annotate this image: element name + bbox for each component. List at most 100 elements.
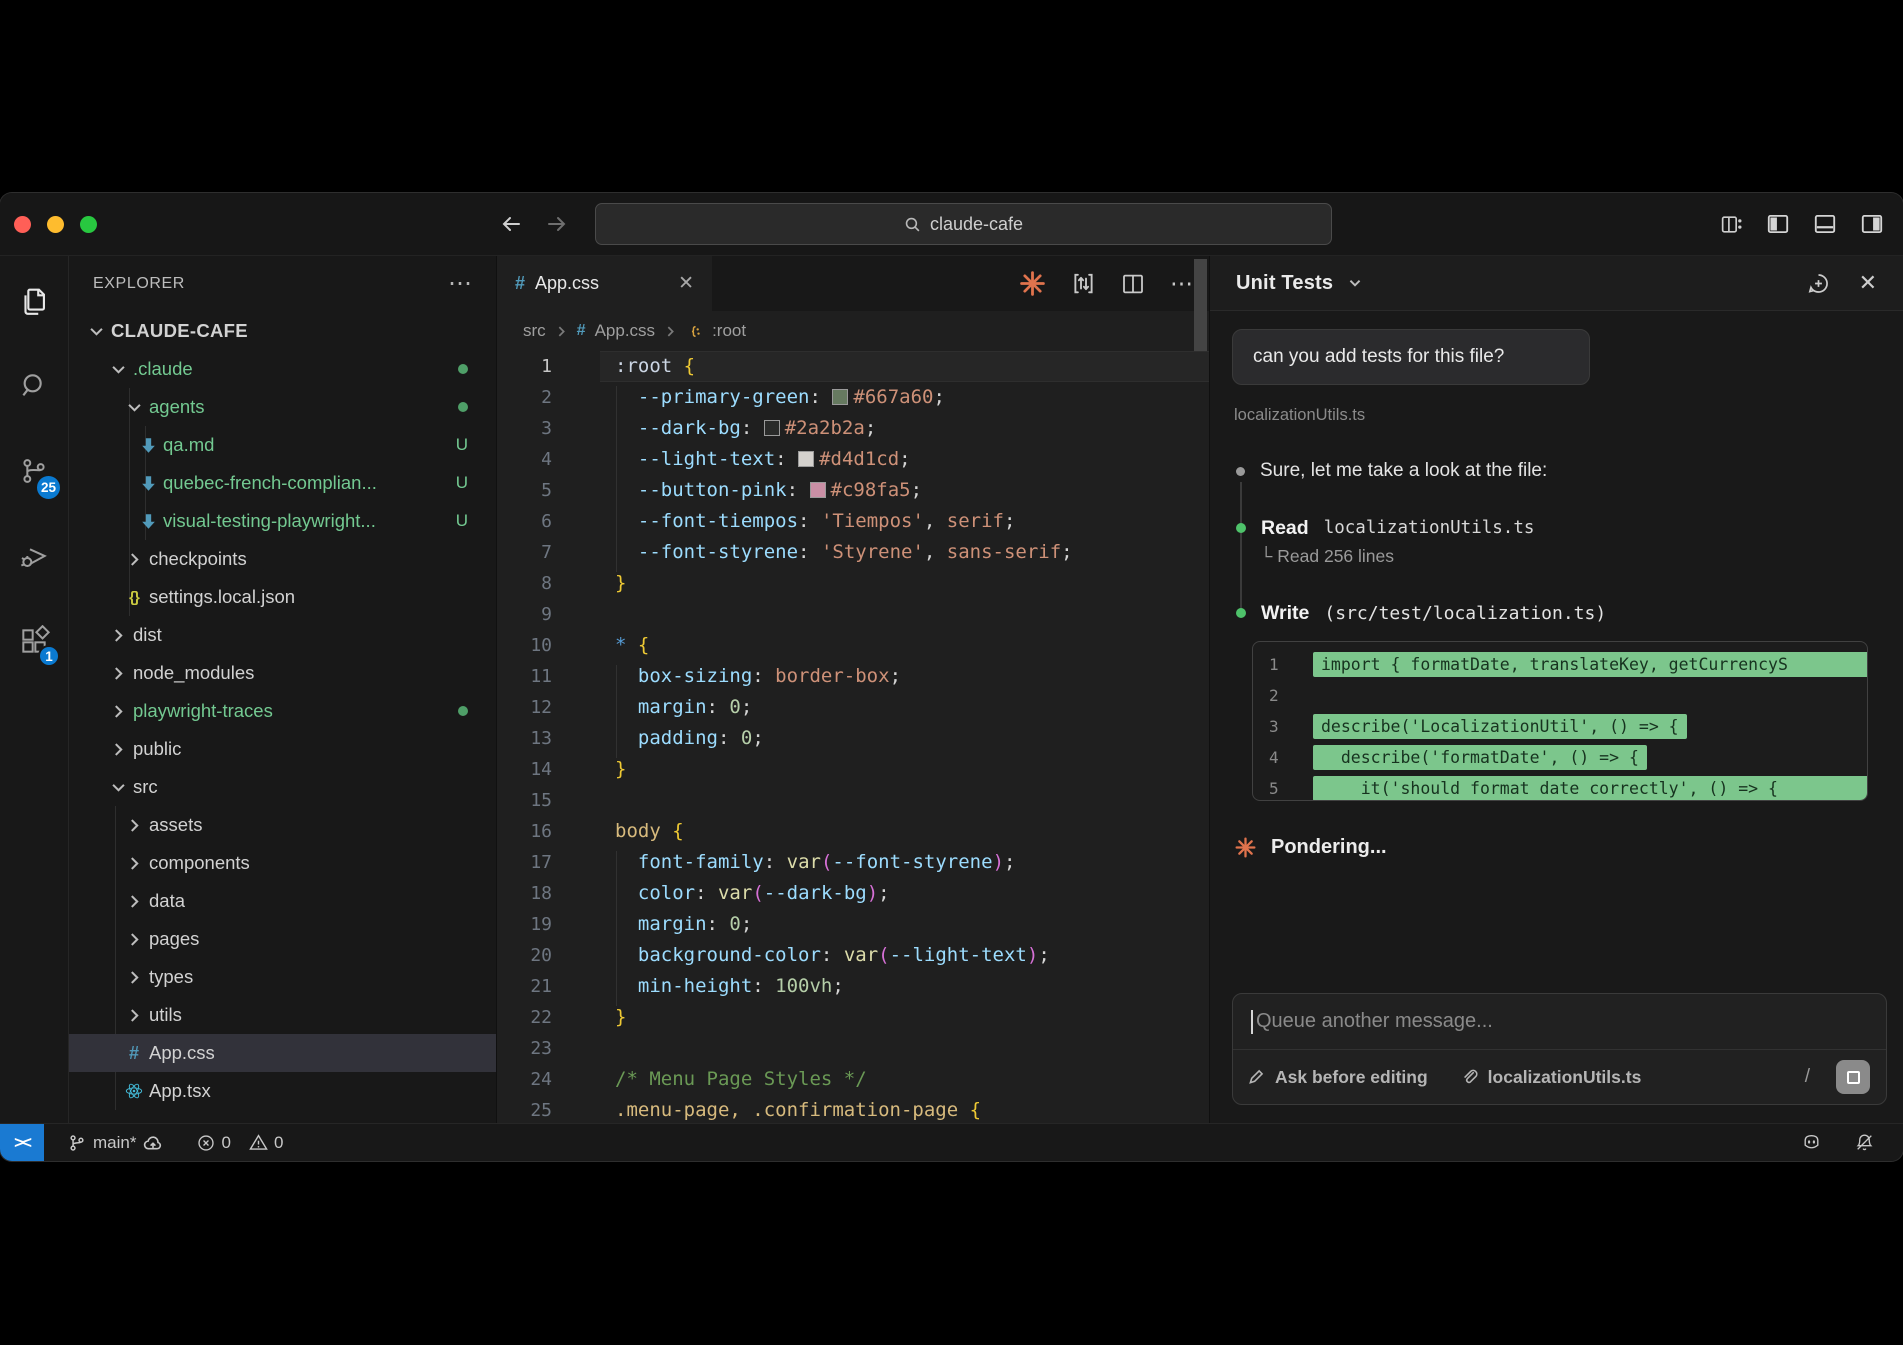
tree-item--claude[interactable]: .claude [69, 350, 496, 388]
remote-indicator[interactable]: >< [0, 1124, 44, 1161]
chevron-right-icon [105, 740, 131, 759]
breadcrumb-symbol[interactable]: :root [712, 321, 746, 341]
diff-code-block[interactable]: 1import { formatDate, translateKey, getC… [1252, 641, 1868, 801]
tree-item-quebec-french-complian-[interactable]: quebec-french-complian...U [69, 464, 496, 502]
tree-item-claude-cafe[interactable]: CLAUDE-CAFE [69, 312, 496, 350]
code-text [577, 785, 615, 816]
screen-background: claude-cafe [0, 0, 1903, 1345]
git-modified-dot [458, 364, 468, 374]
explorer-title: EXPLORER [93, 275, 185, 293]
tree-item-checkpoints[interactable]: checkpoints [69, 540, 496, 578]
toggle-secondary-sidebar-icon[interactable] [1859, 211, 1885, 237]
maximize-window-button[interactable] [80, 216, 97, 233]
tree-item-public[interactable]: public [69, 730, 496, 768]
breadcrumbs[interactable]: src # App.css :root [497, 311, 1209, 351]
stop-button[interactable] [1836, 1060, 1870, 1094]
tree-item-playwright-traces[interactable]: playwright-traces [69, 692, 496, 730]
sidebar-item-run-debug[interactable] [0, 513, 68, 598]
tree-item-components[interactable]: components [69, 844, 496, 882]
close-window-button[interactable] [14, 216, 31, 233]
notifications-muted-icon[interactable] [1854, 1132, 1875, 1153]
code-line: 9 [497, 599, 1209, 630]
branch-status[interactable]: main* [68, 1133, 163, 1153]
breadcrumb-file[interactable]: App.css [595, 321, 655, 341]
code-text: .menu-page, .confirmation-page { [577, 1095, 981, 1123]
toggle-primary-sidebar-icon[interactable] [1765, 211, 1791, 237]
status-row: Pondering... [1234, 836, 1387, 859]
tree-item-qa-md[interactable]: qa.mdU [69, 426, 496, 464]
write-tool-row[interactable]: Write (src/test/localization.ts) [1232, 598, 1606, 628]
tree-item-settings-local-json[interactable]: {}settings.local.json [69, 578, 496, 616]
diff-added-text: import { formatDate, translateKey, getCu… [1313, 652, 1868, 677]
tree-item-types[interactable]: types [69, 958, 496, 996]
chevron-down-icon[interactable] [1347, 275, 1363, 291]
sidebar-item-explorer[interactable] [0, 258, 68, 343]
tree-item-node-modules[interactable]: node_modules [69, 654, 496, 692]
git-modified-dot [458, 402, 468, 412]
search-value: claude-cafe [930, 214, 1023, 235]
editor-scrollbar[interactable] [1194, 259, 1207, 351]
tree-item-visual-testing-playwright-[interactable]: visual-testing-playwright...U [69, 502, 496, 540]
split-editor-icon[interactable] [1121, 272, 1145, 296]
diff-line-number: 3 [1253, 717, 1297, 736]
code-line: 25.menu-page, .confirmation-page { [497, 1095, 1209, 1123]
tree-item-utils[interactable]: utils [69, 996, 496, 1034]
minimize-window-button[interactable] [47, 216, 64, 233]
css-file-icon: # [577, 322, 586, 340]
command-center-search[interactable]: claude-cafe [595, 203, 1332, 245]
warnings-icon [249, 1133, 268, 1152]
code-line: 13 padding: 0; [497, 723, 1209, 754]
sidebar-item-source-control[interactable]: 25 [0, 428, 68, 513]
css-file-icon: # [515, 273, 525, 294]
breadcrumb-src[interactable]: src [523, 321, 546, 341]
explorer-more-actions-icon[interactable]: ⋯ [448, 279, 472, 289]
close-panel-icon[interactable]: ✕ [1859, 270, 1877, 296]
tab-app-css[interactable]: # App.css ✕ [497, 256, 712, 311]
tree-item-pages[interactable]: pages [69, 920, 496, 958]
line-number: 5 [497, 475, 577, 506]
assistant-intro-text: Sure, let me take a look at the file: [1260, 460, 1547, 482]
editor-more-actions-icon[interactable]: ⋯ [1170, 270, 1193, 297]
color-swatch [810, 482, 826, 498]
claude-code-icon[interactable] [1019, 270, 1046, 297]
copilot-icon[interactable] [1801, 1132, 1822, 1153]
color-swatch [764, 420, 780, 436]
attached-file-label[interactable]: localizationUtils.ts [1488, 1067, 1642, 1088]
code-text: --light-text: #d4d1cd; [577, 444, 911, 475]
customize-layout-icon[interactable] [1719, 212, 1744, 237]
tree-item-agents[interactable]: agents [69, 388, 496, 426]
tree-item-app-css[interactable]: #App.css [69, 1034, 496, 1072]
css-file-icon: # [129, 1043, 139, 1064]
sidebar-item-extensions[interactable]: 1 [0, 598, 68, 683]
forward-arrow-icon[interactable] [544, 211, 570, 237]
new-chat-icon[interactable] [1806, 271, 1831, 296]
permission-mode-label[interactable]: Ask before editing [1275, 1067, 1428, 1088]
tree-item-label: visual-testing-playwright... [163, 510, 376, 532]
tree-item-app-tsx[interactable]: App.tsx [69, 1072, 496, 1110]
tree-item-label: components [149, 852, 250, 874]
close-tab-icon[interactable]: ✕ [678, 272, 694, 295]
tree-item-data[interactable]: data [69, 882, 496, 920]
tree-item-dist[interactable]: dist [69, 616, 496, 654]
json-file-icon: {} [121, 589, 147, 606]
tool-bullet-icon [1236, 523, 1246, 533]
diff-line: 3describe('LocalizationUtil', () => { [1253, 711, 1867, 742]
message-input[interactable]: Queue another message... [1233, 994, 1886, 1050]
chat-input-box[interactable]: Queue another message... Ask before edit… [1232, 993, 1887, 1105]
chevron-right-icon [121, 968, 147, 987]
code-line: 17 font-family: var(--font-styrene); [497, 847, 1209, 878]
problems-status[interactable]: 0 0 [197, 1133, 283, 1153]
tree-item-assets[interactable]: assets [69, 806, 496, 844]
code-text: --button-pink: #c98fa5; [577, 475, 922, 506]
back-arrow-icon[interactable] [498, 211, 524, 237]
open-changes-icon[interactable] [1071, 271, 1096, 296]
context-file-label: localizationUtils.ts [1234, 406, 1365, 425]
code-area[interactable]: 1:root {2 --primary-green: #667a60;3 --d… [497, 351, 1209, 1123]
sidebar-item-search[interactable] [0, 343, 68, 428]
code-line: 7 --font-styrene: 'Styrene', sans-serif; [497, 537, 1209, 568]
toggle-panel-icon[interactable] [1812, 211, 1838, 237]
slash-command-hint[interactable]: / [1805, 1066, 1810, 1088]
code-line: 2 --primary-green: #667a60; [497, 382, 1209, 413]
read-tool-row[interactable]: Read localizationUtils.ts [1232, 513, 1534, 543]
tree-item-src[interactable]: src [69, 768, 496, 806]
